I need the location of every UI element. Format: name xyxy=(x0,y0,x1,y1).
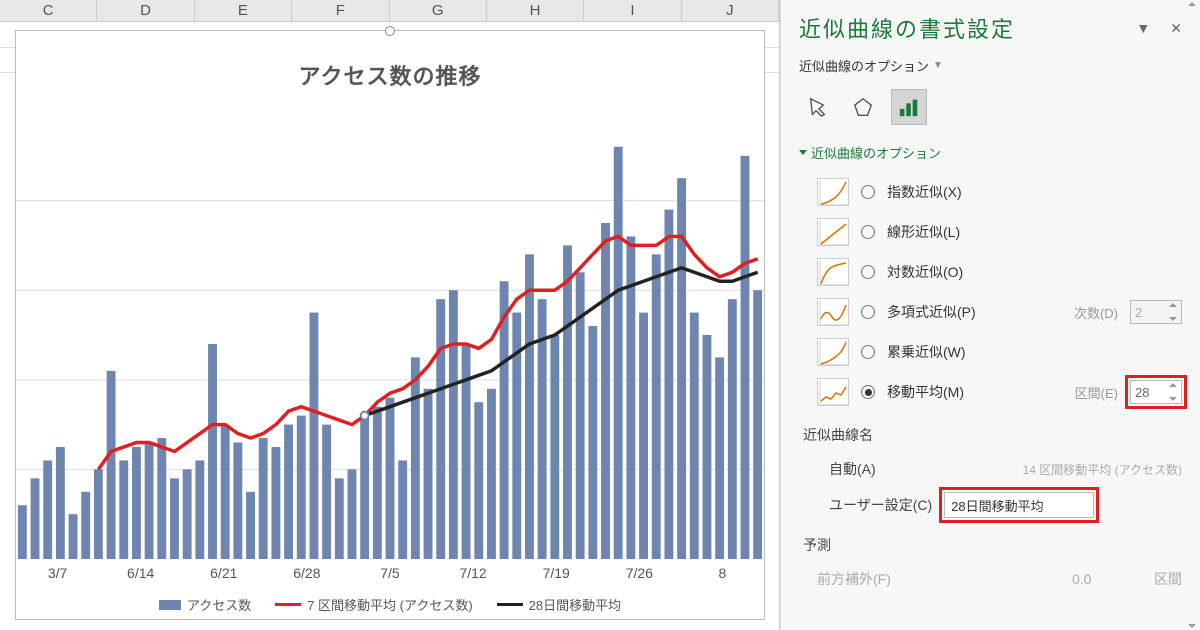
option-label: 対数近似(O) xyxy=(887,262,963,282)
chevron-down-icon: ▼ xyxy=(933,60,943,71)
trendline-options-tab[interactable] xyxy=(891,89,927,125)
radio-exp[interactable] xyxy=(861,185,875,199)
x-axis: 3/7 6/14 6/21 6/28 7/5 7/12 7/19 7/26 8 xyxy=(16,565,764,581)
auto-name-label: 自動(A) xyxy=(829,459,876,479)
legend-red-line[interactable]: 7 区間移動平均 (アクセス数) xyxy=(275,595,472,614)
plot-area[interactable] xyxy=(16,111,764,559)
x-tick: 3/7 xyxy=(16,565,99,581)
radio-poly[interactable] xyxy=(861,305,875,319)
col-header[interactable]: C xyxy=(0,0,97,21)
option-label: 移動平均(M) xyxy=(887,382,964,402)
col-header[interactable]: D xyxy=(97,0,194,21)
custom-name-input[interactable]: 28日間移動平均 xyxy=(944,492,1094,518)
legend-black-line[interactable]: 28日間移動平均 xyxy=(497,595,621,614)
trend-poly-icon xyxy=(817,298,849,326)
panel-close-icon[interactable]: ✕ xyxy=(1170,20,1182,37)
col-header[interactable]: I xyxy=(584,0,681,21)
fill-line-tab[interactable] xyxy=(799,89,835,125)
spinner-icon xyxy=(1169,303,1179,321)
trendline-option-pow[interactable]: 累乗近似(W) xyxy=(799,332,1182,372)
legend-swatch-black-icon xyxy=(497,603,523,606)
panel-title: 近似曲線の書式設定 xyxy=(799,12,1015,44)
trend-exp-icon xyxy=(817,178,849,206)
legend-bar[interactable]: アクセス数 xyxy=(159,595,251,614)
trendline-option-ma[interactable]: 移動平均(M) 区間(E) 28 xyxy=(799,372,1182,412)
radio-ma[interactable] xyxy=(861,385,875,399)
aux-input-poly: 2 xyxy=(1130,300,1182,324)
spinner-icon[interactable] xyxy=(1169,383,1179,401)
col-header[interactable]: H xyxy=(487,0,584,21)
x-tick: 6/21 xyxy=(182,565,265,581)
col-header[interactable]: J xyxy=(682,0,779,21)
radio-log[interactable] xyxy=(861,265,875,279)
chart-title[interactable]: アクセス数の推移 xyxy=(16,31,764,101)
effects-tab[interactable] xyxy=(845,89,881,125)
trendline-option-lin[interactable]: 線形近似(L) xyxy=(799,212,1182,252)
panel-category-tabs xyxy=(799,89,1182,125)
forecast-forward-row[interactable]: 前方補外(F) 0.0 区間 xyxy=(799,562,1182,596)
option-label: 多項式近似(P) xyxy=(887,302,976,322)
trendline-name-auto-row[interactable]: 自動(A) 14 区間移動平均 (アクセス数) xyxy=(799,452,1182,486)
custom-name-label: ユーザー設定(C) xyxy=(829,495,932,515)
forecast-header: 予測 xyxy=(799,528,1182,562)
option-label: 線形近似(L) xyxy=(887,222,960,242)
x-tick: 6/14 xyxy=(99,565,182,581)
x-tick: 7/12 xyxy=(432,565,515,581)
radio-pow[interactable] xyxy=(861,345,875,359)
panel-dropdown-icon[interactable]: ▼ xyxy=(1136,20,1150,37)
forward-unit: 区間 xyxy=(1154,569,1182,589)
format-trendline-panel: 近似曲線の書式設定 ▼ ✕ 近似曲線のオプション ▼ 近似曲線のオプション xyxy=(780,0,1200,630)
legend-label: アクセス数 xyxy=(187,595,251,614)
x-tick: 8 xyxy=(681,565,764,581)
option-label: 指数近似(X) xyxy=(887,182,962,202)
chart-object[interactable]: アクセス数の推移 3/7 6/14 6/21 6/28 7/5 7/12 7/1… xyxy=(15,30,765,620)
trendline-option-log[interactable]: 対数近似(O) xyxy=(799,252,1182,292)
spreadsheet-area: C D E F G H I J アクセス数の推移 3/7 6/14 6/21 6… xyxy=(0,0,780,630)
trend-lin-icon xyxy=(817,218,849,246)
trend-log-icon xyxy=(817,258,849,286)
column-headers: C D E F G H I J xyxy=(0,0,779,22)
panel-subtitle[interactable]: 近似曲線のオプション ▼ xyxy=(799,56,1182,75)
spinner-icon[interactable] xyxy=(1188,2,1198,628)
x-tick: 6/28 xyxy=(265,565,348,581)
aux-input-ma[interactable]: 28 xyxy=(1130,380,1182,404)
x-tick: 7/19 xyxy=(515,565,598,581)
radio-lin[interactable] xyxy=(861,225,875,239)
trendline-option-poly[interactable]: 多項式近似(P) 次数(D) 2 xyxy=(799,292,1182,332)
trendline-options-header[interactable]: 近似曲線のオプション xyxy=(799,143,1182,162)
x-tick: 7/5 xyxy=(348,565,431,581)
legend-label: 7 区間移動平均 (アクセス数) xyxy=(307,595,472,614)
col-header[interactable]: F xyxy=(292,0,389,21)
forward-input[interactable]: 0.0 xyxy=(1072,571,1142,587)
forward-label: 前方補外(F) xyxy=(817,569,891,589)
legend-swatch-red-icon xyxy=(275,603,301,606)
trend-pow-icon xyxy=(817,338,849,366)
col-header[interactable]: E xyxy=(195,0,292,21)
legend-swatch-bar-icon xyxy=(159,600,181,610)
trendline-option-exp[interactable]: 指数近似(X) xyxy=(799,172,1182,212)
panel-subtitle-label: 近似曲線のオプション xyxy=(799,56,929,75)
auto-name-preview: 14 区間移動平均 (アクセス数) xyxy=(1023,461,1182,478)
chart-resize-handle[interactable] xyxy=(385,26,395,36)
aux-label: 区間(E) xyxy=(1075,383,1118,402)
trend-ma-icon xyxy=(817,378,849,406)
x-tick: 7/26 xyxy=(598,565,681,581)
trendline-name-header: 近似曲線名 xyxy=(799,418,1182,452)
trendline-name-custom-row[interactable]: ユーザー設定(C) 28日間移動平均 xyxy=(799,486,1182,524)
chart-legend[interactable]: アクセス数 7 区間移動平均 (アクセス数) 28日間移動平均 xyxy=(16,595,764,614)
legend-label: 28日間移動平均 xyxy=(529,595,621,614)
option-label: 累乗近似(W) xyxy=(887,342,966,362)
col-header[interactable]: G xyxy=(390,0,487,21)
aux-label: 次数(D) xyxy=(1074,303,1118,322)
